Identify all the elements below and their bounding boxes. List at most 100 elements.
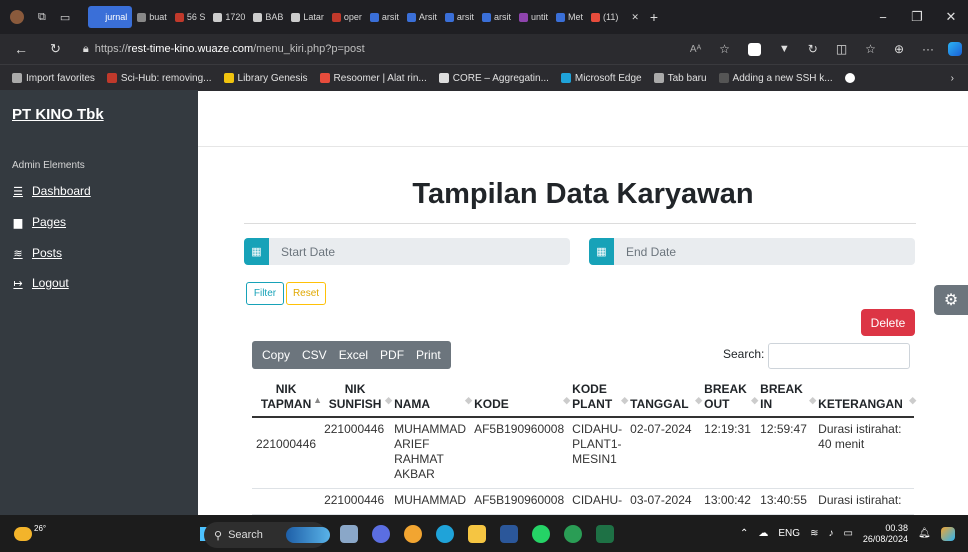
language-indicator[interactable]: ENG (778, 528, 800, 539)
file-explorer-icon[interactable] (468, 525, 486, 543)
excel-button[interactable]: Excel (333, 348, 374, 362)
browser-tab[interactable]: arsit (479, 6, 514, 28)
favorite-link[interactable]: Adding a new SSH k... (718, 73, 833, 84)
split-screen-icon[interactable]: ◫ (836, 42, 847, 56)
edge-icon[interactable] (436, 525, 454, 543)
print-button[interactable]: Print (410, 348, 447, 362)
close-tab-icon[interactable]: ✕ (631, 12, 639, 23)
column-header-break-out[interactable]: BREAK OUT ◆ (700, 382, 758, 418)
browser-tab[interactable]: arsit (367, 6, 402, 28)
column-header-nama[interactable]: NAMA ◆ (390, 382, 472, 418)
workspaces-icon[interactable]: ⧉ (38, 11, 46, 24)
profile-icon[interactable] (10, 10, 24, 24)
browser-tab[interactable]: untit (516, 6, 551, 28)
volume-icon[interactable]: ♪ (828, 528, 833, 539)
browser-tab[interactable]: Met (553, 6, 586, 28)
teams-icon[interactable] (372, 525, 390, 543)
favorite-link[interactable]: Microsoft Edge (560, 73, 642, 84)
favorite-star-icon[interactable]: ☆ (719, 42, 730, 56)
column-header-nik-sunfish[interactable]: NIK SUNFISH ◆ (320, 382, 392, 418)
wifi-icon[interactable]: ≋ (810, 528, 818, 539)
end-date-field[interactable]: ▦ End Date (589, 238, 915, 265)
favorite-link[interactable]: Resoomer | Alat rin... (319, 73, 427, 84)
favorites-more-icon[interactable]: › (951, 73, 954, 84)
csv-button[interactable]: CSV (296, 348, 333, 362)
filter-button[interactable]: Filter (246, 282, 284, 305)
refresh-icon[interactable]: ↻ (50, 41, 61, 57)
browser-tab[interactable]: arsit (442, 6, 477, 28)
word-icon[interactable] (500, 525, 518, 543)
sidebar-item-posts[interactable]: ≋ Posts (12, 246, 62, 260)
restore-icon[interactable]: ❐ (900, 9, 934, 25)
vpn-icon[interactable]: ▼ (779, 43, 790, 55)
pdf-button[interactable]: PDF (374, 348, 410, 362)
favorite-favicon-icon (12, 73, 22, 83)
tab-actions-icon[interactable]: ▭ (60, 11, 70, 24)
collections-icon[interactable]: ⊕ (894, 42, 904, 56)
sidebar-item-pages[interactable]: ▆ Pages (12, 215, 66, 229)
sidebar-item-dashboard[interactable]: ☰ Dashboard (12, 184, 91, 198)
browser-tab[interactable]: buat (134, 6, 170, 28)
new-tab-icon[interactable]: + (650, 9, 658, 25)
favorite-link[interactable]: Import favorites (12, 73, 95, 84)
browser-tab[interactable]: Arsit (404, 6, 440, 28)
browser-tab[interactable]: 56 S (172, 6, 209, 28)
column-header-kode[interactable]: KODE ◆ (470, 382, 570, 418)
brand-link[interactable]: PT KINO Tbk (12, 106, 104, 123)
search-input[interactable] (768, 343, 910, 369)
copilot-taskbar-icon[interactable] (940, 526, 955, 541)
tab-label: untit (530, 12, 548, 22)
close-window-icon[interactable]: ✕ (934, 9, 968, 25)
chevron-up-icon[interactable]: ⌃ (740, 528, 748, 539)
weather-icon[interactable] (14, 526, 32, 541)
notification-bell-icon[interactable]: 🔔︎ (918, 528, 931, 539)
sidebar-item-logout[interactable]: ↦ Logout (12, 276, 68, 290)
favorite-link[interactable]: Library Genesis (223, 73, 308, 84)
refresh-extension-icon[interactable]: ↻ (808, 42, 818, 56)
clock-time: 00.38 (885, 522, 908, 533)
start-date-placeholder: Start Date (281, 244, 336, 259)
favorite-link[interactable]: Tab baru (653, 73, 707, 84)
clock[interactable]: 00.38 26/08/2024 (863, 523, 908, 545)
cloud-icon[interactable]: ☁ (758, 528, 768, 539)
header-line: SUNFISH (328, 397, 382, 411)
column-header-nik-tapman[interactable]: NIK TAPMAN ▲ (252, 382, 322, 418)
back-icon[interactable]: ← (14, 41, 28, 57)
browser-tab[interactable]: (11) ✕ (588, 6, 642, 28)
browser-tab[interactable]: jurnal (88, 6, 133, 28)
favorite-link[interactable]: CORE – Aggregatin... (438, 73, 549, 84)
taskbar-search[interactable]: ⚲ Search (204, 522, 330, 548)
copy-button[interactable]: Copy (256, 348, 296, 362)
page-title: Tampilan Data Karyawan (412, 178, 754, 210)
column-header-kode-plant[interactable]: KODE PLANT ◆ (568, 382, 628, 418)
task-view-icon[interactable] (340, 525, 358, 543)
copilot-icon[interactable] (948, 42, 962, 56)
favorites-icon[interactable]: ☆ (865, 42, 876, 56)
browser-tab[interactable]: 1720 (210, 6, 248, 28)
more-icon[interactable]: ··· (922, 42, 934, 56)
hotspot-icon[interactable] (564, 525, 582, 543)
delete-button[interactable]: Delete (861, 309, 915, 336)
column-header-keterangan[interactable]: KETERANGAN ◆ (814, 382, 916, 418)
excel-icon[interactable] (596, 525, 614, 543)
column-header-tanggal[interactable]: TANGGAL ◆ (626, 382, 702, 418)
cell-nama: MUHAMMAD (390, 488, 471, 515)
minimize-icon[interactable]: − (866, 10, 900, 25)
extension-icon[interactable] (747, 42, 761, 56)
start-date-field[interactable]: ▦ Start Date (244, 238, 570, 265)
settings-gear-icon[interactable]: ⚙ (934, 285, 968, 315)
favorite-link[interactable]: Sci-Hub: removing... (106, 73, 212, 84)
tab-favicon-icon (555, 12, 565, 22)
column-header-break-in[interactable]: BREAK IN ◆ (756, 382, 816, 418)
url-field[interactable]: https://rest-time-kino.wuaze.com/menu_ki… (95, 43, 365, 55)
google-favicon-icon[interactable] (844, 73, 855, 83)
browser-tab[interactable]: Latar (288, 6, 327, 28)
browser-tab[interactable]: oper (329, 6, 365, 28)
export-button-group: Copy CSV Excel PDF Print (252, 341, 451, 369)
reset-button[interactable]: Reset (286, 282, 326, 305)
browser-tab[interactable]: BAB (250, 6, 286, 28)
read-aloud-icon[interactable]: Aᴬ (690, 44, 701, 55)
whatsapp-icon[interactable] (532, 525, 550, 543)
chrome-icon[interactable] (404, 525, 422, 543)
battery-icon[interactable]: ▭ (843, 528, 852, 539)
